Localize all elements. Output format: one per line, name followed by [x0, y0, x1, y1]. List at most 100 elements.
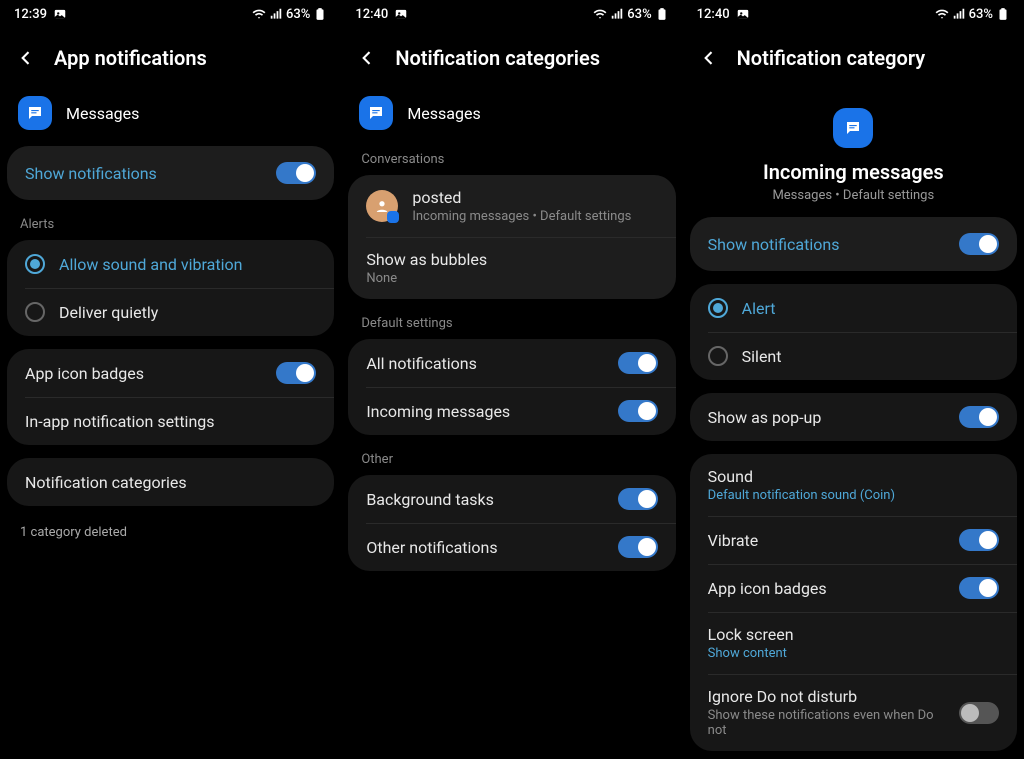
- deliver-quietly-label: Deliver quietly: [59, 303, 316, 322]
- posted-label: posted: [412, 188, 657, 207]
- screen-app-notifications: 12:39 63% App notifications Messages Sho…: [0, 0, 341, 759]
- header: Notification categories: [341, 28, 682, 84]
- deliver-quietly-radio[interactable]: [25, 302, 45, 322]
- show-notifications-card: Show notifications: [690, 217, 1017, 271]
- categories-label: Notification categories: [25, 473, 316, 492]
- wifi-icon: [252, 7, 266, 21]
- footer-note: 1 category deleted: [0, 519, 341, 546]
- photo-icon: [394, 7, 408, 21]
- app-row: Messages: [0, 84, 341, 146]
- status-bar: 12:39 63%: [0, 0, 341, 28]
- posted-sub: Incoming messages • Default settings: [412, 209, 657, 224]
- background-toggle[interactable]: [618, 488, 658, 510]
- back-button[interactable]: [16, 48, 36, 68]
- in-app-settings-label: In-app notification settings: [25, 412, 316, 431]
- conversations-label: Conversations: [341, 148, 682, 175]
- contact-avatar: [366, 190, 398, 222]
- bubbles-row[interactable]: Show as bubbles None: [348, 237, 675, 299]
- app-icon-badges-row[interactable]: App icon badges: [7, 349, 334, 397]
- photo-icon: [53, 7, 67, 21]
- all-notifications-toggle[interactable]: [618, 352, 658, 374]
- alert-label: Alert: [742, 299, 999, 318]
- silent-row[interactable]: Silent: [690, 332, 1017, 380]
- photo-icon: [736, 7, 750, 21]
- conversation-posted-row[interactable]: posted Incoming messages • Default setti…: [348, 175, 675, 237]
- show-notifications-card: Show notifications: [7, 146, 334, 200]
- header: App notifications: [0, 28, 341, 84]
- in-app-settings-row[interactable]: In-app notification settings: [7, 397, 334, 445]
- silent-label: Silent: [742, 347, 999, 366]
- other-notifs-toggle[interactable]: [618, 536, 658, 558]
- popup-toggle[interactable]: [959, 406, 999, 428]
- other-label: Other: [341, 448, 682, 475]
- dnd-row[interactable]: Ignore Do not disturb Show these notific…: [690, 674, 1017, 751]
- app-name: Messages: [407, 104, 480, 123]
- app-row: Messages: [341, 84, 682, 146]
- category-sub: Messages • Default settings: [772, 188, 934, 203]
- back-button[interactable]: [699, 48, 719, 68]
- show-notifications-row[interactable]: Show notifications: [7, 146, 334, 200]
- all-notifications-label: All notifications: [366, 354, 603, 373]
- header: Notification category: [683, 28, 1024, 84]
- mode-card: Alert Silent: [690, 284, 1017, 380]
- silent-radio[interactable]: [708, 346, 728, 366]
- show-notifications-row[interactable]: Show notifications: [690, 217, 1017, 271]
- incoming-toggle[interactable]: [618, 400, 658, 422]
- allow-sound-row[interactable]: Allow sound and vibration: [7, 240, 334, 288]
- all-notifications-row[interactable]: All notifications: [348, 339, 675, 387]
- badges-toggle[interactable]: [959, 577, 999, 599]
- show-notifications-toggle[interactable]: [276, 162, 316, 184]
- background-row[interactable]: Background tasks: [348, 475, 675, 523]
- popup-row[interactable]: Show as pop-up: [690, 393, 1017, 441]
- vibrate-label: Vibrate: [708, 531, 945, 550]
- dnd-sub: Show these notifications even when Do no…: [708, 708, 945, 738]
- alert-row[interactable]: Alert: [690, 284, 1017, 332]
- app-name: Messages: [66, 104, 139, 123]
- status-bar: 12:40 63%: [683, 0, 1024, 28]
- badges-row[interactable]: App icon badges: [690, 564, 1017, 612]
- default-card: All notifications Incoming messages: [348, 339, 675, 435]
- clock: 12:40: [697, 7, 730, 22]
- lock-row[interactable]: Lock screen Show content: [690, 612, 1017, 674]
- vibrate-toggle[interactable]: [959, 529, 999, 551]
- other-notifs-label: Other notifications: [366, 538, 603, 557]
- deliver-quietly-row[interactable]: Deliver quietly: [7, 288, 334, 336]
- incoming-row[interactable]: Incoming messages: [348, 387, 675, 435]
- other-card: Background tasks Other notifications: [348, 475, 675, 571]
- page-title: Notification category: [737, 46, 926, 70]
- badges-label: App icon badges: [708, 579, 945, 598]
- lock-label: Lock screen: [708, 625, 999, 644]
- popup-label: Show as pop-up: [708, 408, 945, 427]
- battery-text: 63%: [627, 7, 651, 22]
- background-label: Background tasks: [366, 490, 603, 509]
- page-title: App notifications: [54, 46, 207, 70]
- battery-text: 63%: [969, 7, 993, 22]
- app-icon-badges-toggle[interactable]: [276, 362, 316, 384]
- messages-app-icon: [833, 108, 873, 148]
- alert-radio[interactable]: [708, 298, 728, 318]
- category-header: Incoming messages Messages • Default set…: [683, 84, 1024, 217]
- vibrate-row[interactable]: Vibrate: [690, 516, 1017, 564]
- clock: 12:40: [355, 7, 388, 22]
- page-title: Notification categories: [395, 46, 600, 70]
- clock: 12:39: [14, 7, 47, 22]
- battery-icon: [655, 7, 669, 21]
- alerts-section-label: Alerts: [0, 213, 341, 240]
- alerts-card: Allow sound and vibration Deliver quietl…: [7, 240, 334, 336]
- show-notifications-toggle[interactable]: [959, 233, 999, 255]
- conversations-card: posted Incoming messages • Default setti…: [348, 175, 675, 299]
- back-button[interactable]: [357, 48, 377, 68]
- battery-icon: [996, 7, 1010, 21]
- other-notifs-row[interactable]: Other notifications: [348, 523, 675, 571]
- allow-sound-label: Allow sound and vibration: [59, 255, 316, 274]
- sound-row[interactable]: Sound Default notification sound (Coin): [690, 454, 1017, 516]
- wifi-icon: [593, 7, 607, 21]
- battery-text: 63%: [286, 7, 310, 22]
- allow-sound-radio[interactable]: [25, 254, 45, 274]
- categories-row[interactable]: Notification categories: [7, 458, 334, 506]
- app-icon-badges-label: App icon badges: [25, 364, 262, 383]
- dnd-toggle[interactable]: [959, 702, 999, 724]
- signal-icon: [610, 7, 624, 21]
- battery-icon: [313, 7, 327, 21]
- screen-notification-category: 12:40 63% Notification category Incoming…: [683, 0, 1024, 759]
